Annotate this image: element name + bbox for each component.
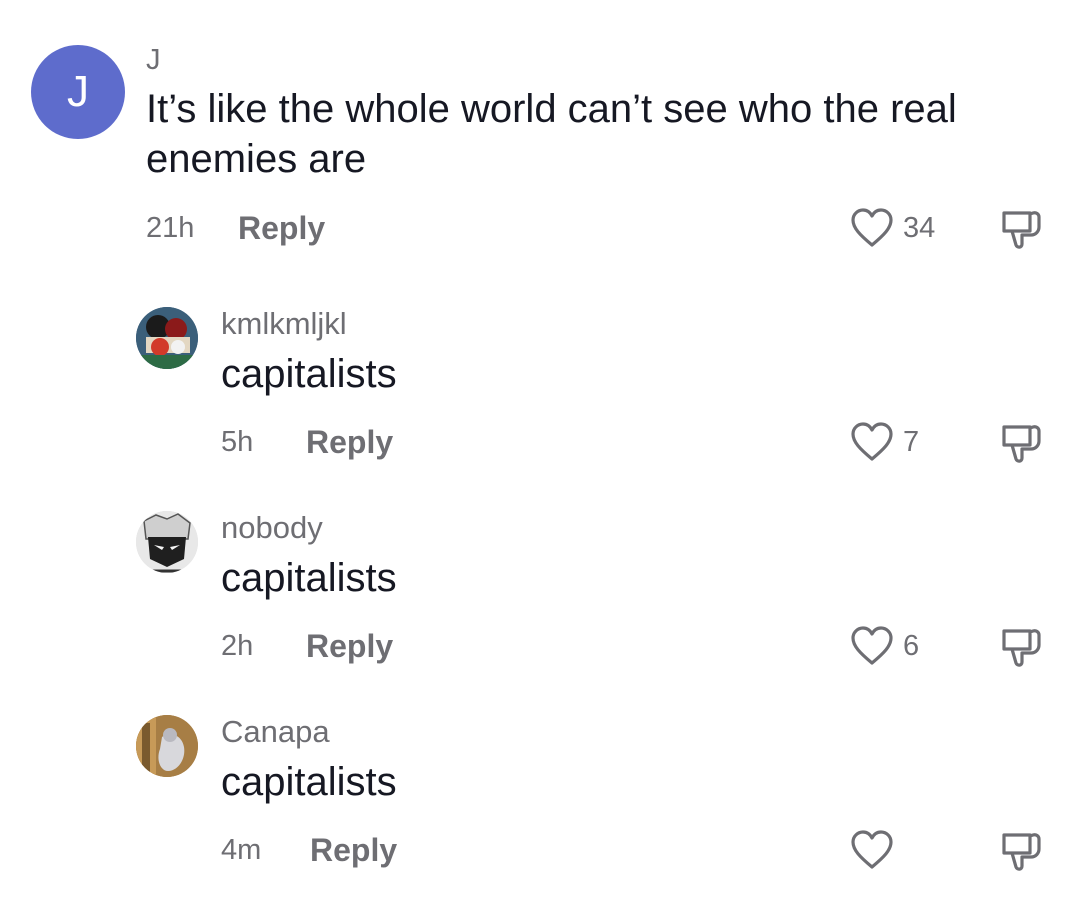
reply-button[interactable]: Reply bbox=[238, 210, 325, 247]
avatar[interactable] bbox=[136, 307, 198, 369]
comment-username[interactable]: nobody bbox=[221, 510, 323, 546]
comment-text: capitalists bbox=[221, 352, 397, 396]
comment-time: 2h bbox=[221, 630, 254, 662]
thumbs-down-icon[interactable] bbox=[1000, 625, 1044, 669]
reply-button[interactable]: Reply bbox=[306, 424, 393, 461]
anime-characters-avatar-icon bbox=[136, 307, 198, 369]
avatar[interactable] bbox=[136, 715, 198, 777]
comment-item: J J It’s like the whole world can’t see … bbox=[0, 0, 1080, 270]
heart-icon[interactable] bbox=[850, 830, 894, 870]
thumbs-down-icon[interactable] bbox=[1000, 207, 1044, 251]
comment-time: 21h bbox=[146, 212, 195, 244]
like-count: 6 bbox=[903, 630, 920, 662]
heart-icon[interactable] bbox=[850, 208, 894, 248]
avatar[interactable]: J bbox=[31, 45, 125, 139]
comment-username[interactable]: kmlkmljkl bbox=[221, 306, 347, 342]
reply-button[interactable]: Reply bbox=[306, 628, 393, 665]
avatar[interactable] bbox=[136, 511, 198, 573]
comment-time: 5h bbox=[221, 426, 254, 458]
like-count: 7 bbox=[903, 426, 920, 458]
thumbs-down-icon[interactable] bbox=[1000, 421, 1044, 465]
thumbs-down-icon[interactable] bbox=[1000, 829, 1044, 873]
comment-time: 4m bbox=[221, 834, 262, 866]
comment-username[interactable]: Canapa bbox=[221, 714, 330, 750]
heart-icon[interactable] bbox=[850, 626, 894, 666]
comment-text: capitalists bbox=[221, 556, 397, 600]
reply-button[interactable]: Reply bbox=[310, 832, 397, 869]
heart-icon[interactable] bbox=[850, 422, 894, 462]
comment-username[interactable]: J bbox=[146, 44, 161, 77]
comment-text: It’s like the whole world can’t see who … bbox=[146, 87, 957, 181]
comment-text: capitalists bbox=[221, 760, 397, 804]
avatar-letter: J bbox=[67, 67, 89, 116]
photo-avatar-icon bbox=[136, 715, 198, 777]
manga-character-avatar-icon bbox=[136, 511, 198, 573]
like-count: 34 bbox=[903, 212, 936, 244]
